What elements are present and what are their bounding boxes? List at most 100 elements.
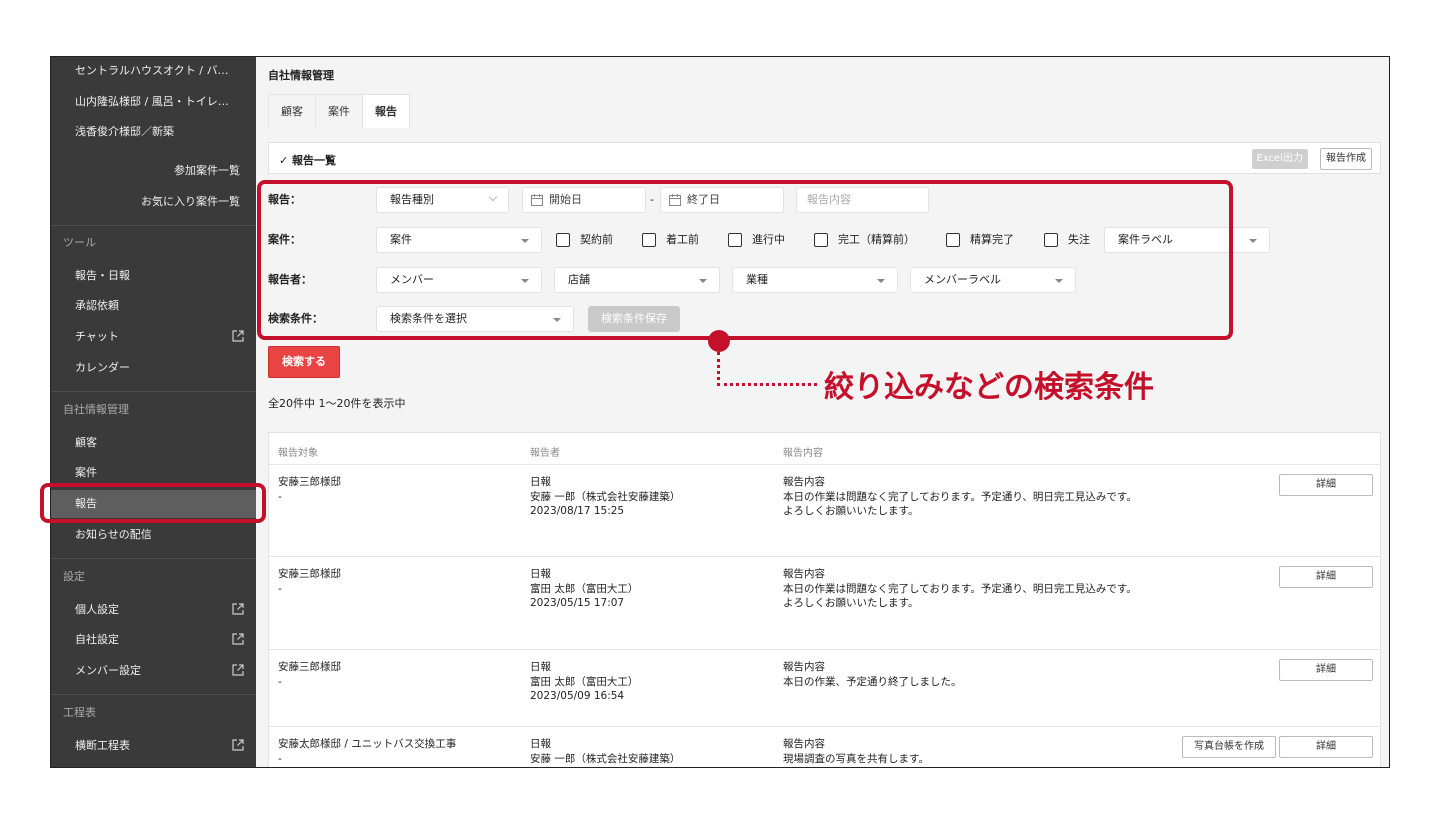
- table-row[interactable]: 安藤三郎様邸 - 日報 富田 太郎（富田大工） 2023/05/15 17:07…: [269, 556, 1380, 649]
- reporter-name: 安藤 一郎（株式会社安藤建築）: [530, 752, 681, 765]
- report-target: 安藤三郎様邸 -: [278, 475, 341, 504]
- detail-button[interactable]: 詳細: [1279, 736, 1373, 758]
- sidebar-divider: [51, 558, 256, 559]
- sidebar-project-2[interactable]: 山内隆弘様邸 / 風呂・トイレ…: [51, 88, 256, 116]
- result-count: 全20件中 1〜20件を表示中: [268, 397, 406, 410]
- column-header-target: 報告対象: [278, 448, 318, 459]
- content-line: よろしくお願いいたします。: [783, 597, 919, 609]
- detail-button[interactable]: 詳細: [1279, 474, 1373, 496]
- sidebar-section-settings: 設定: [63, 570, 85, 583]
- external-link-icon: [232, 739, 244, 751]
- report-date: 2023/05/15 17:07: [530, 597, 625, 609]
- report-type: 日報: [530, 738, 551, 750]
- target-sub: -: [278, 752, 282, 765]
- sidebar-item-label: 自社設定: [75, 633, 119, 646]
- annotation-sidebar-highlight: [40, 483, 266, 523]
- tab-projects[interactable]: 案件: [315, 94, 363, 128]
- annotation-label: 絞り込みなどの検索条件: [824, 370, 1154, 405]
- sidebar: セントラルハウスオクト / バ… 山内隆弘様邸 / 風呂・トイレ… 浅香俊介様邸…: [51, 57, 256, 767]
- table-row[interactable]: 安藤太郎様邸 / ユニットバス交換工事 - 日報 安藤 一郎（株式会社安藤建築）…: [269, 726, 1380, 767]
- report-target: 安藤太郎様邸 / ユニットバス交換工事 -: [278, 737, 456, 766]
- page-title: 自社情報管理: [268, 69, 334, 82]
- sidebar-item-chat-label: チャット: [75, 330, 119, 343]
- report-content: 報告内容 本日の作業は問題なく完了しております。予定通り、明日完工見込みです。 …: [783, 567, 1137, 611]
- table-row[interactable]: 安藤三郎様邸 - 日報 安藤 一郎（株式会社安藤建築） 2023/08/17 1…: [269, 464, 1380, 557]
- content-line: よろしくお願いいたします。: [783, 505, 919, 517]
- reporter-name: 富田 太郎（富田大工）: [530, 582, 639, 595]
- search-button[interactable]: 検索する: [268, 346, 340, 378]
- content-line: 本日の作業は問題なく完了しております。予定通り、明日完工見込みです。: [783, 582, 1137, 595]
- external-link-icon: [232, 330, 244, 342]
- target-sub: -: [278, 490, 282, 503]
- sidebar-item-notifications[interactable]: お知らせの配信: [51, 521, 256, 549]
- sidebar-divider: [51, 694, 256, 695]
- target-name: 安藤三郎様邸: [278, 568, 341, 580]
- tab-bar: 顧客 案件 報告: [268, 94, 410, 128]
- sidebar-item-company-settings[interactable]: 自社設定: [51, 626, 256, 654]
- sidebar-link-favorite-projects[interactable]: お気に入り案件一覧: [51, 188, 256, 216]
- create-photo-ledger-button[interactable]: 写真台帳を作成: [1182, 736, 1276, 758]
- reporter-name: 安藤 一郎（株式会社安藤建築）: [530, 490, 681, 503]
- annotation-leader-vertical: [717, 352, 720, 386]
- report-content: 報告内容 本日の作業は問題なく完了しております。予定通り、明日完工見込みです。 …: [783, 475, 1137, 519]
- column-header-content: 報告内容: [783, 448, 823, 459]
- report-reporter: 日報 安藤 一郎（株式会社安藤建築） 2023/08/17 15:25: [530, 475, 680, 519]
- create-report-button[interactable]: 報告作成: [1320, 148, 1372, 170]
- detail-button[interactable]: 詳細: [1279, 566, 1373, 588]
- sidebar-item-member-settings[interactable]: メンバー設定: [51, 657, 256, 685]
- annotation-pointer-dot: [708, 330, 730, 352]
- report-table: 報告対象 報告者 報告内容 安藤三郎様邸 - 日報 安藤 一郎（株式会社安藤建築…: [268, 432, 1381, 767]
- tab-reports[interactable]: 報告: [362, 94, 410, 128]
- reporter-name: 富田 太郎（富田大工）: [530, 675, 639, 688]
- content-line: 本日の作業は問題なく完了しております。予定通り、明日完工見込みです。: [783, 490, 1137, 503]
- main-content: 自社情報管理 顧客 案件 報告 ✓ 報告一覧 Excel出力 報告作成 報告： …: [256, 57, 1389, 767]
- content-line: 本日の作業、予定通り終了しました。: [783, 675, 962, 688]
- annotation-filter-highlight: [257, 180, 1233, 340]
- report-reporter: 日報 安藤 一郎（株式会社安藤建築）: [530, 737, 680, 766]
- sidebar-item-label: 横断工程表: [75, 739, 130, 752]
- sidebar-section-company: 自社情報管理: [63, 403, 129, 416]
- sidebar-item-chat[interactable]: チャット: [51, 323, 256, 351]
- content-label: 報告内容: [783, 568, 825, 580]
- detail-button[interactable]: 詳細: [1279, 659, 1373, 681]
- tab-customers[interactable]: 顧客: [268, 94, 316, 128]
- external-link-icon: [232, 633, 244, 645]
- report-reporter: 日報 富田 太郎（富田大工） 2023/05/15 17:07: [530, 567, 638, 611]
- sidebar-divider: [51, 225, 256, 226]
- report-target: 安藤三郎様邸 -: [278, 567, 341, 596]
- content-line: 現場調査の写真を共有します。: [783, 752, 929, 765]
- column-header-reporter: 報告者: [530, 448, 560, 459]
- external-link-icon: [232, 664, 244, 676]
- sidebar-section-tools: ツール: [63, 236, 96, 249]
- sidebar-divider: [51, 391, 256, 392]
- sidebar-item-approval[interactable]: 承認依頼: [51, 292, 256, 320]
- target-sub: -: [278, 582, 282, 595]
- sidebar-item-reports-daily[interactable]: 報告・日報: [51, 262, 256, 290]
- report-type: 日報: [530, 568, 551, 580]
- app-frame: セントラルハウスオクト / バ… 山内隆弘様邸 / 風呂・トイレ… 浅香俊介様邸…: [50, 56, 1390, 768]
- report-reporter: 日報 富田 太郎（富田大工） 2023/05/09 16:54: [530, 660, 638, 704]
- annotation-leader-horizontal: [717, 383, 817, 386]
- sidebar-project-1[interactable]: セントラルハウスオクト / バ…: [51, 57, 256, 85]
- target-name: 安藤三郎様邸: [278, 476, 341, 488]
- report-type: 日報: [530, 661, 551, 673]
- report-list-title: ✓ 報告一覧: [279, 154, 337, 167]
- external-link-icon: [232, 603, 244, 615]
- content-label: 報告内容: [783, 476, 825, 488]
- sidebar-item-label: メンバー設定: [75, 664, 141, 677]
- content-label: 報告内容: [783, 738, 825, 750]
- sidebar-project-3[interactable]: 浅香俊介様邸／新築: [51, 118, 256, 146]
- report-target: 安藤三郎様邸 -: [278, 660, 341, 689]
- content-label: 報告内容: [783, 661, 825, 673]
- sidebar-item-customers[interactable]: 顧客: [51, 429, 256, 457]
- sidebar-item-personal-settings[interactable]: 個人設定: [51, 596, 256, 624]
- sidebar-item-calendar[interactable]: カレンダー: [51, 354, 256, 382]
- target-name: 安藤三郎様邸: [278, 661, 341, 673]
- excel-export-button[interactable]: Excel出力: [1251, 149, 1308, 169]
- sidebar-link-participating-projects[interactable]: 参加案件一覧: [51, 157, 256, 185]
- table-row[interactable]: 安藤三郎様邸 - 日報 富田 太郎（富田大工） 2023/05/09 16:54…: [269, 649, 1380, 726]
- report-list-header: ✓ 報告一覧 Excel出力 報告作成: [268, 142, 1381, 174]
- sidebar-section-schedule: 工程表: [63, 706, 96, 719]
- report-type: 日報: [530, 476, 551, 488]
- sidebar-item-cross-schedule[interactable]: 横断工程表: [51, 732, 256, 760]
